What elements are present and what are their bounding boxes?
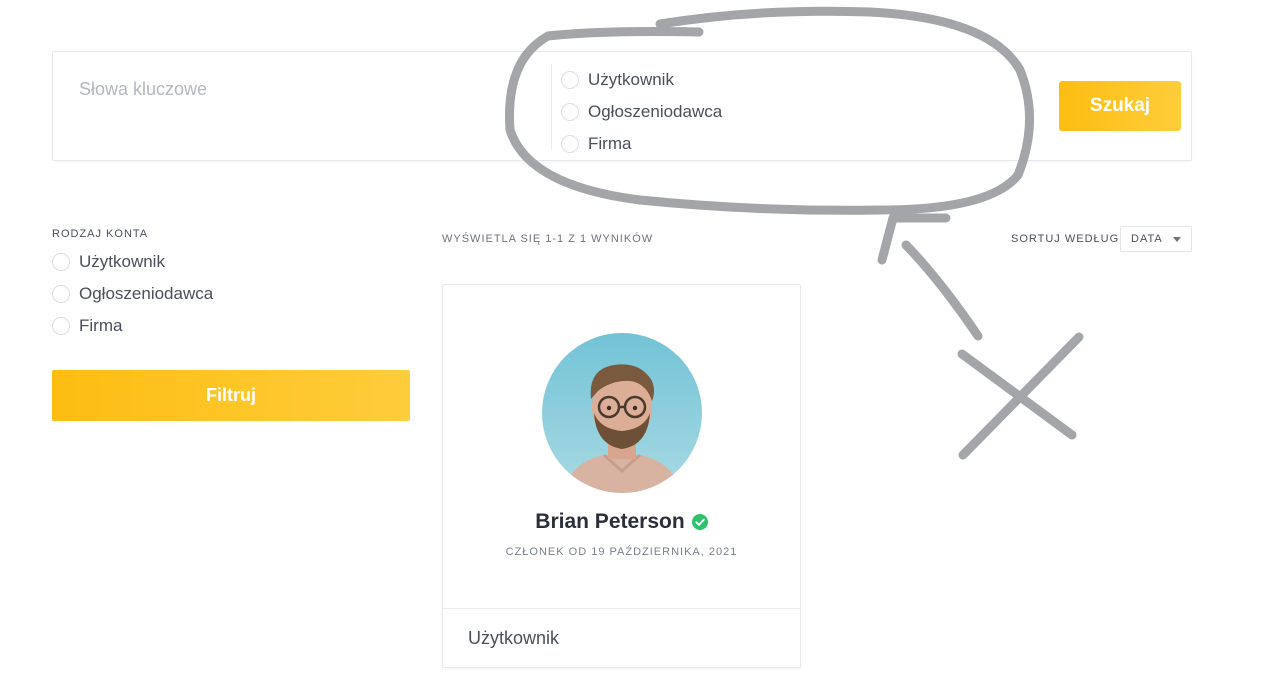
annotation-x-mark-1 xyxy=(957,349,1077,440)
filter-radio-firma[interactable]: Firma xyxy=(52,310,213,342)
radio-circle[interactable] xyxy=(52,317,70,335)
search-button[interactable]: Szukaj xyxy=(1059,81,1181,131)
radio-label: Firma xyxy=(79,316,123,335)
check-circle-icon xyxy=(691,514,708,530)
radio-label: Firma xyxy=(588,134,632,153)
radio-circle[interactable] xyxy=(561,135,579,153)
radio-circle[interactable] xyxy=(52,253,70,271)
profile-name[interactable]: Brian Peterson xyxy=(535,510,684,534)
filter-radio-group: Użytkownik Ogłoszeniodawca Firma xyxy=(52,246,213,342)
filter-button[interactable]: Filtruj xyxy=(52,370,410,421)
radio-circle[interactable] xyxy=(561,103,579,121)
search-divider xyxy=(551,64,552,150)
member-since: CZŁONEK OD 19 PAŹDZIERNIKA, 2021 xyxy=(505,546,738,558)
results-count: WYŚWIETLA SIĘ 1-1 Z 1 WYNIKÓW xyxy=(442,233,654,245)
keywords-input[interactable] xyxy=(79,74,519,104)
profile-name-row: Brian Peterson xyxy=(443,510,800,534)
avatar[interactable] xyxy=(542,333,702,493)
card-divider xyxy=(443,608,800,609)
search-bar: Użytkownik Ogłoszeniodawca Firma Szukaj xyxy=(52,51,1192,161)
radio-circle[interactable] xyxy=(561,71,579,89)
filter-radio-uzytkownik[interactable]: Użytkownik xyxy=(52,246,213,278)
radio-label: Ogłoszeniodawca xyxy=(588,102,723,121)
radio-label: Ogłoszeniodawca xyxy=(79,284,214,303)
filter-radio-ogloszeniodawca[interactable]: Ogłoszeniodawca xyxy=(52,278,213,310)
radio-uzytkownik[interactable]: Użytkownik xyxy=(561,64,722,96)
sort-value: DATA xyxy=(1131,233,1163,245)
sort-select[interactable]: DATA xyxy=(1120,226,1192,252)
caret-down-icon xyxy=(1173,237,1181,242)
annotation-arrow-head xyxy=(877,213,951,265)
avatar-photo xyxy=(542,333,702,493)
radio-label: Użytkownik xyxy=(79,252,165,271)
account-type-radio-group: Użytkownik Ogłoszeniodawca Firma xyxy=(561,64,722,160)
radio-circle[interactable] xyxy=(52,285,70,303)
radio-ogloszeniodawca[interactable]: Ogłoszeniodawca xyxy=(561,96,722,128)
annotation-arrow-line xyxy=(901,240,983,341)
annotation-x-mark-2 xyxy=(958,332,1084,460)
sort-label: SORTUJ WEDŁUG xyxy=(1011,233,1120,245)
radio-firma[interactable]: Firma xyxy=(561,128,722,160)
profile-card[interactable]: Brian Peterson CZŁONEK OD 19 PAŹDZIERNIK… xyxy=(442,284,801,668)
radio-label: Użytkownik xyxy=(588,70,674,89)
filter-heading: RODZAJ KONTA xyxy=(52,228,149,240)
account-type-label: Użytkownik xyxy=(468,628,560,648)
